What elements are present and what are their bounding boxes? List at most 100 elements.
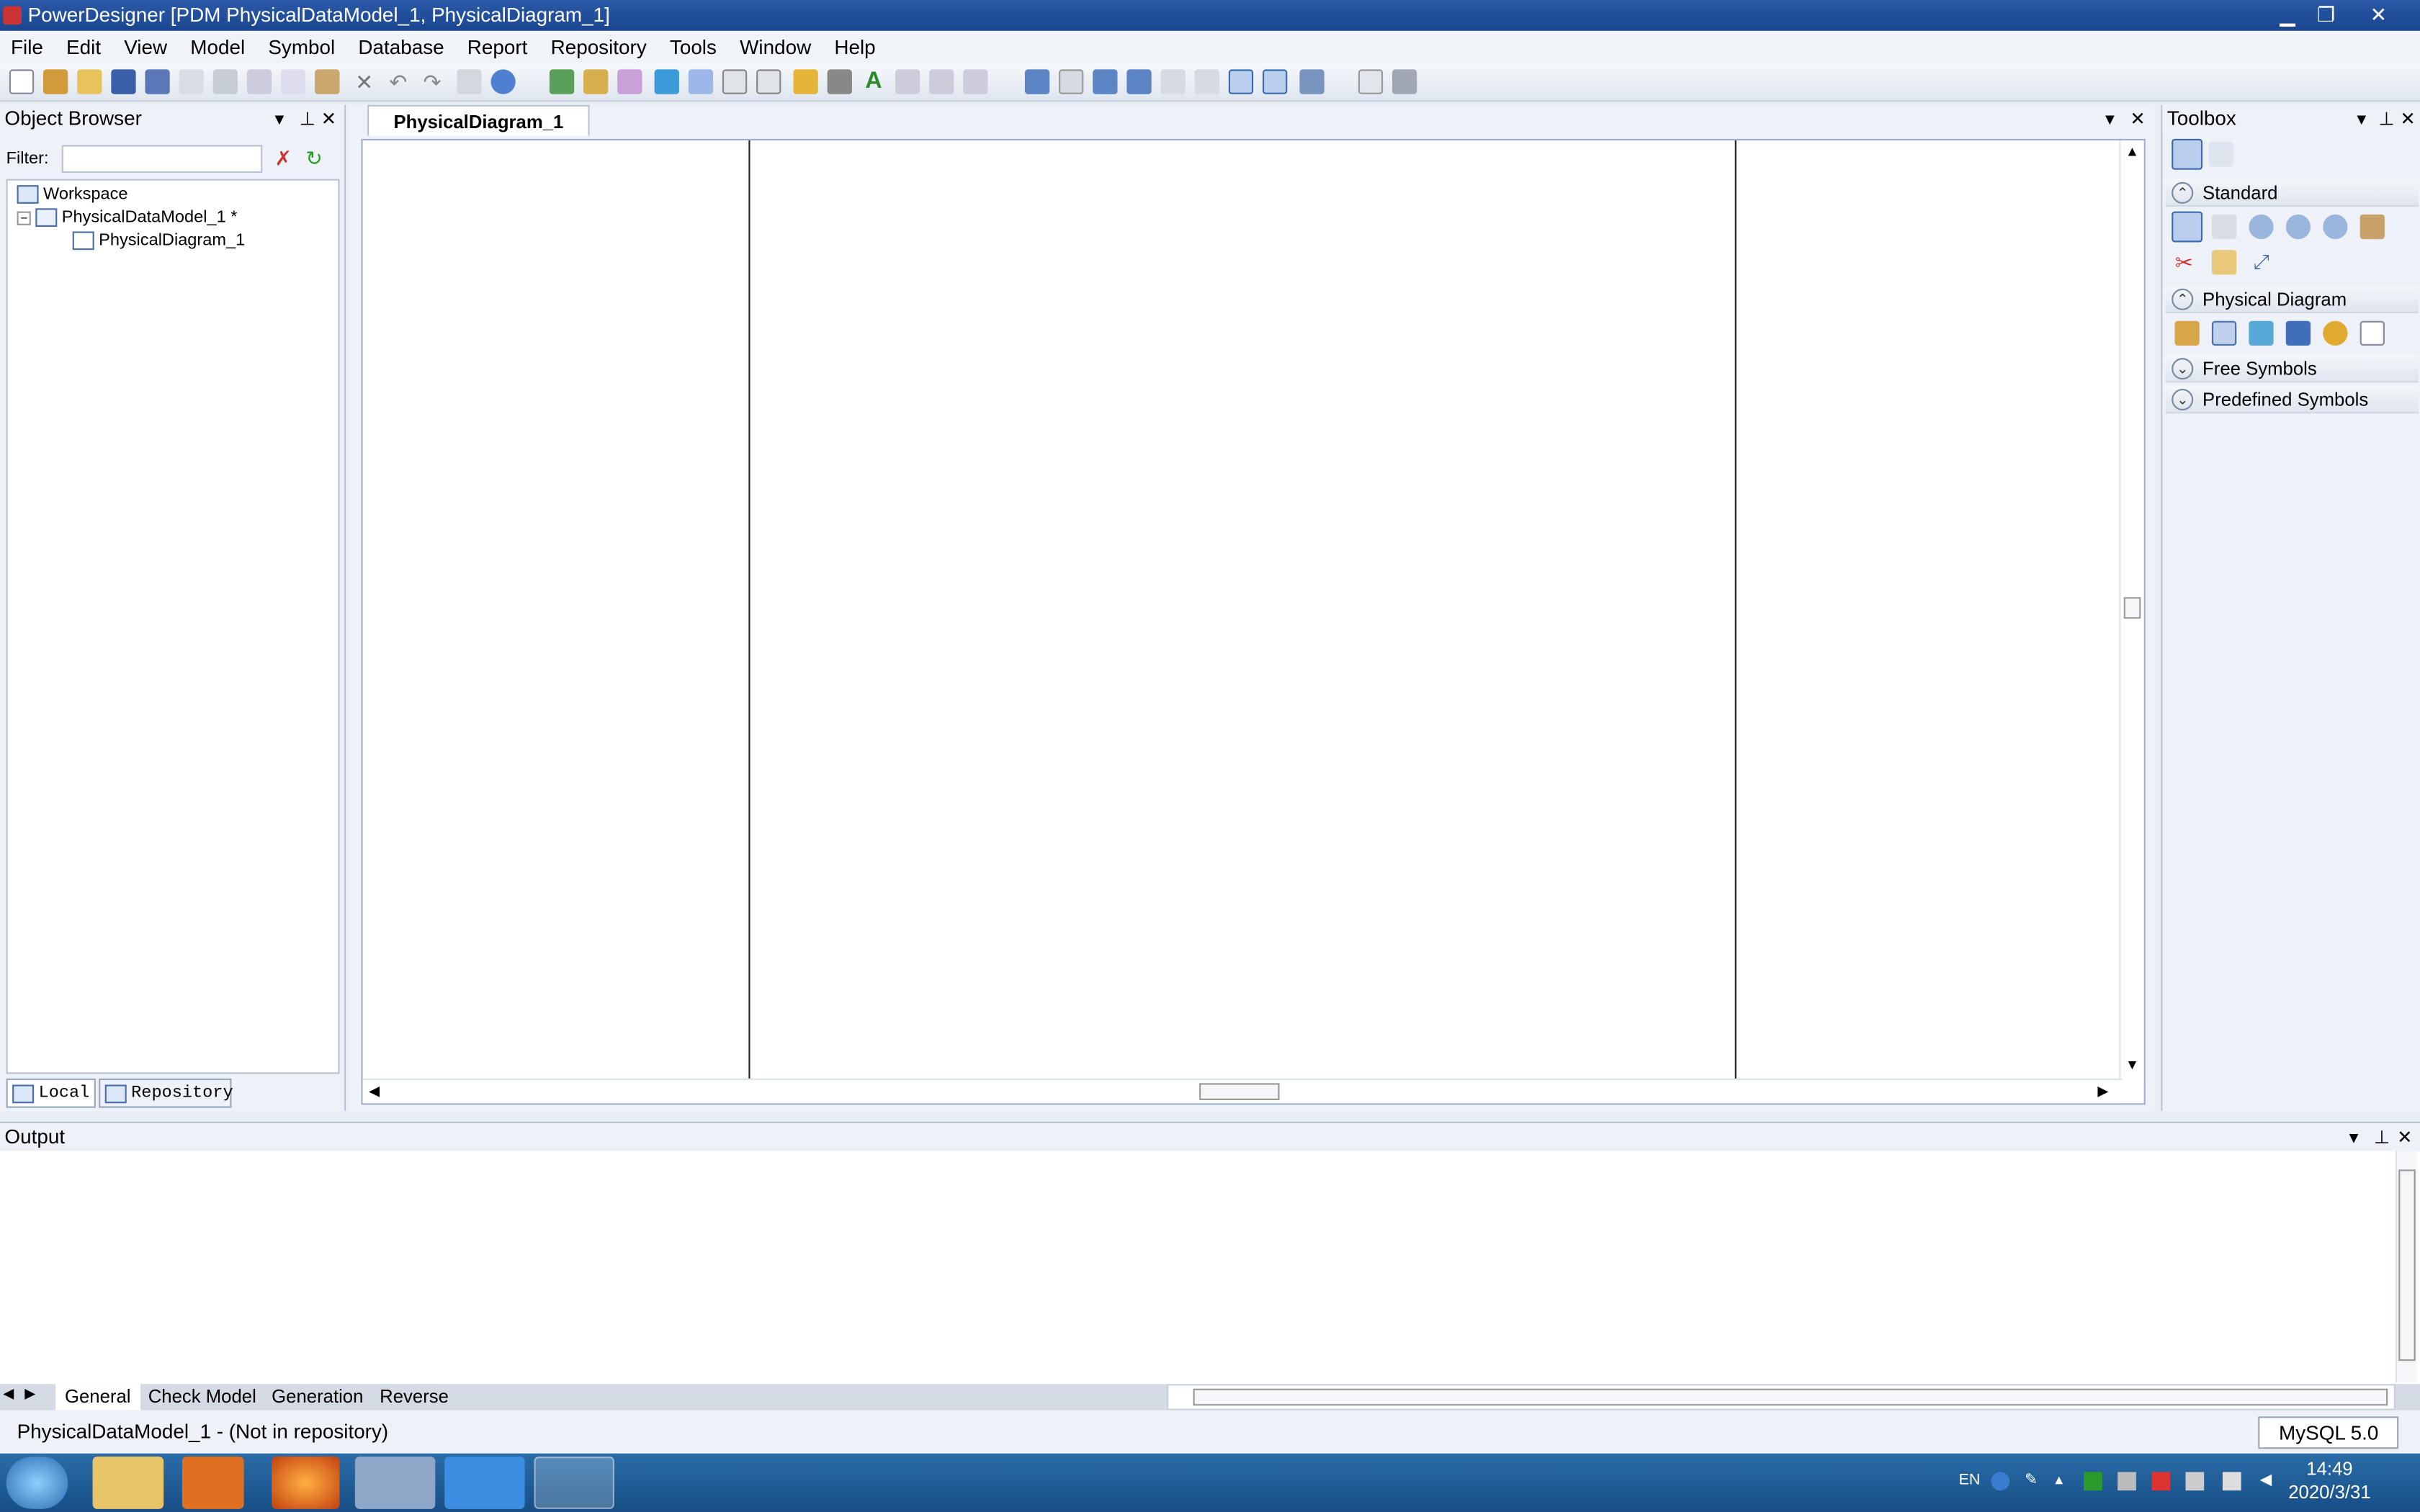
menu-model[interactable]: Model: [179, 31, 257, 63]
tree-node-diagram[interactable]: PhysicalDiagram_1: [72, 230, 245, 251]
icon-view-icon[interactable]: [2172, 138, 2203, 170]
zoom-out-icon[interactable]: [1059, 69, 1084, 94]
tool-tray-icon[interactable]: [2118, 1472, 2136, 1491]
chevron-up-icon[interactable]: ▴: [2050, 1472, 2069, 1490]
close-icon[interactable]: ✕: [2397, 1123, 2413, 1151]
check-model-icon[interactable]: [688, 69, 714, 94]
forward-icon[interactable]: [963, 69, 988, 94]
menu-tools[interactable]: Tools: [659, 31, 729, 63]
output-horizontal-scrollbar[interactable]: [1167, 1384, 2396, 1410]
zoom-prev-icon[interactable]: [1160, 69, 1186, 94]
printer-icon[interactable]: [1392, 69, 1417, 94]
tab-scroll-left-icon[interactable]: ◀: [3, 1385, 14, 1403]
menu-help[interactable]: Help: [823, 31, 887, 63]
print-icon[interactable]: [212, 69, 238, 94]
reference-tool-icon[interactable]: [2285, 320, 2311, 346]
section-standard[interactable]: ⌃ Standard: [2165, 179, 2419, 207]
network-tray-icon[interactable]: [2222, 1472, 2241, 1491]
zoom-next-icon[interactable]: [1194, 69, 1219, 94]
link-icon[interactable]: [827, 69, 852, 94]
tree-node-workspace[interactable]: Workspace: [17, 184, 128, 205]
list-view-icon[interactable]: [2208, 142, 2233, 167]
save-icon[interactable]: [111, 69, 136, 94]
close-button[interactable]: ✕: [2363, 3, 2394, 27]
back-icon[interactable]: [929, 69, 954, 94]
output-vertical-scrollbar[interactable]: [2395, 1151, 2417, 1383]
undo-icon[interactable]: ↶: [386, 69, 411, 94]
horizontal-scroll-thumb[interactable]: [1199, 1083, 1280, 1100]
browse-icon[interactable]: [617, 69, 642, 94]
start-button[interactable]: [6, 1456, 68, 1509]
close-icon[interactable]: ✕: [321, 105, 337, 133]
volume-tray-icon[interactable]: ◀: [2257, 1472, 2275, 1490]
tab-repository[interactable]: Repository: [99, 1078, 233, 1108]
dropdown-icon[interactable]: ▾: [2349, 1123, 2359, 1151]
tab-physical-diagram[interactable]: PhysicalDiagram_1: [367, 104, 590, 136]
generate-icon[interactable]: [490, 69, 516, 94]
copy-icon[interactable]: [281, 69, 306, 94]
paste-tool-icon[interactable]: [2211, 250, 2237, 275]
tab-general[interactable]: General: [55, 1384, 140, 1410]
powerdesigner-taskbar-icon[interactable]: [534, 1456, 614, 1509]
menu-repository[interactable]: Repository: [540, 31, 659, 63]
pointer-tool-icon[interactable]: [2172, 211, 2203, 243]
tab-local[interactable]: Local: [6, 1078, 96, 1108]
output-scroll-thumb[interactable]: [2398, 1169, 2416, 1362]
language-indicator[interactable]: EN: [1957, 1472, 1981, 1490]
dropdown-icon[interactable]: ▾: [274, 105, 284, 133]
zoom-page-icon[interactable]: [1093, 69, 1118, 94]
diagram-canvas[interactable]: ▲ ▼ ◀ ▶: [361, 138, 2146, 1105]
vertical-scrollbar[interactable]: ▲ ▼: [2119, 140, 2144, 1082]
link-tool-icon[interactable]: ⤢: [2249, 250, 2273, 274]
package-icon[interactable]: [583, 69, 609, 94]
pen-icon[interactable]: [793, 69, 818, 94]
restore-button[interactable]: ❐: [2311, 3, 2341, 27]
model-tool-icon[interactable]: [549, 69, 575, 94]
preview-icon[interactable]: [1262, 69, 1288, 94]
open-package-tool-icon[interactable]: [2323, 214, 2348, 240]
section-predefined-symbols[interactable]: ⌄ Predefined Symbols: [2165, 385, 2419, 414]
tab-reverse[interactable]: Reverse: [370, 1384, 457, 1410]
file-tool-icon[interactable]: [2360, 320, 2385, 346]
horizontal-scrollbar[interactable]: ◀ ▶: [362, 1078, 2123, 1104]
properties-icon[interactable]: [457, 69, 482, 94]
menu-report[interactable]: Report: [457, 31, 540, 63]
cloud-taskbar-icon[interactable]: [444, 1456, 525, 1509]
menu-window[interactable]: Window: [729, 31, 823, 63]
clock[interactable]: 14:49 2020/3/31: [2288, 1458, 2370, 1504]
tab-generation[interactable]: Generation: [262, 1384, 372, 1410]
pin-icon[interactable]: ⊥: [300, 105, 315, 133]
zoom-in-tool-icon[interactable]: [2249, 214, 2274, 240]
app-taskbar-icon[interactable]: [354, 1456, 436, 1509]
flag-tray-icon[interactable]: [2151, 1472, 2171, 1491]
open-icon[interactable]: [77, 69, 102, 94]
new-icon[interactable]: [9, 69, 35, 94]
refresh-icon[interactable]: [654, 69, 679, 94]
grabber-tool-icon[interactable]: [2211, 214, 2237, 240]
menu-view[interactable]: View: [113, 31, 179, 63]
tab-list-icon[interactable]: ▾: [2105, 108, 2115, 130]
media-player-taskbar-icon[interactable]: [182, 1456, 244, 1509]
menu-file[interactable]: File: [0, 31, 55, 63]
collapse-icon[interactable]: −: [17, 210, 31, 225]
section-physical-diagram[interactable]: ⌃ Physical Diagram: [2165, 285, 2419, 314]
redo-icon[interactable]: ↷: [420, 69, 444, 94]
procedure-tool-icon[interactable]: [2323, 320, 2348, 346]
cut-icon[interactable]: [246, 69, 272, 94]
output-icon[interactable]: [1299, 69, 1325, 94]
delete-icon[interactable]: ✕: [352, 69, 377, 94]
scroll-up-icon[interactable]: ▲: [2125, 143, 2139, 158]
tab-check-model[interactable]: Check Model: [139, 1384, 266, 1410]
pin-icon[interactable]: ⊥: [2374, 1123, 2390, 1151]
explorer-taskbar-icon[interactable]: [92, 1456, 164, 1509]
scroll-right-icon[interactable]: ▶: [2097, 1083, 2108, 1100]
firefox-taskbar-icon[interactable]: [272, 1456, 340, 1509]
align-icon[interactable]: [895, 69, 920, 94]
menu-symbol[interactable]: Symbol: [257, 31, 347, 63]
delete-tool-icon[interactable]: ✂: [2172, 250, 2196, 274]
refresh-filter-icon[interactable]: ↻: [305, 142, 322, 176]
new-project-icon[interactable]: [43, 69, 68, 94]
zoom-out-tool-icon[interactable]: [2285, 214, 2311, 240]
zoom-in-icon[interactable]: [1024, 69, 1050, 94]
save-all-icon[interactable]: [145, 69, 170, 94]
